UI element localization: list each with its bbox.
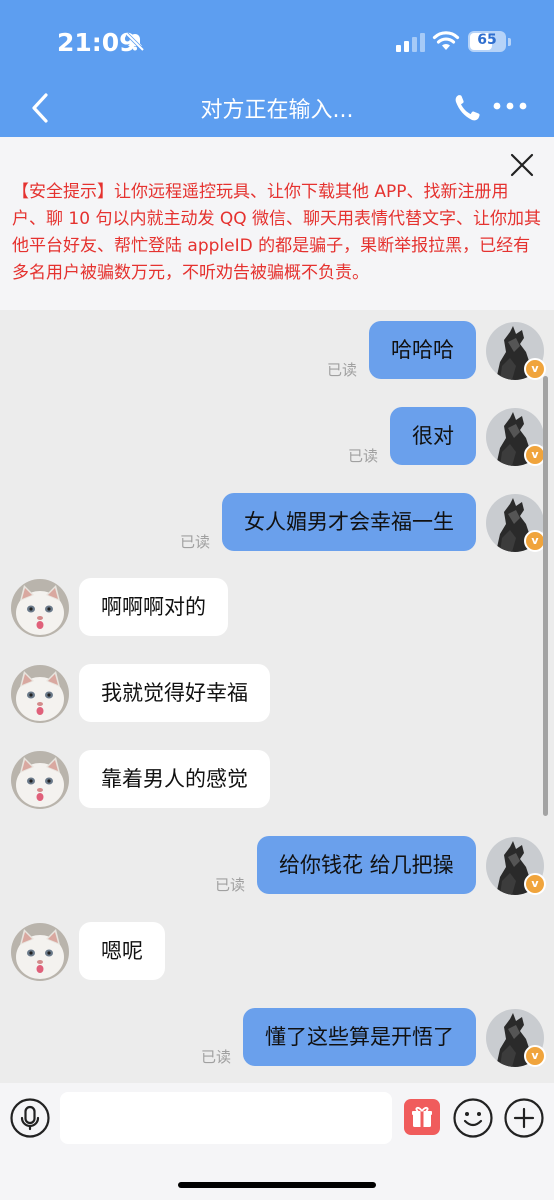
- contact-avatar[interactable]: [11, 665, 69, 723]
- gift-icon[interactable]: [404, 1099, 440, 1135]
- safety-warning-text: 【安全提示】让你远程遥控玩具、让你下载其他 APP、找新注册用户、聊 10 句以…: [12, 182, 542, 283]
- read-receipt: 已读: [180, 533, 211, 551]
- cellular-signal-icon: [396, 32, 426, 56]
- message-bubble[interactable]: 很对: [390, 407, 476, 465]
- more-dots-icon[interactable]: [492, 98, 528, 117]
- phone-icon[interactable]: [452, 92, 482, 128]
- outgoing-message: 女人媚男才会幸福一生 v 已读: [0, 493, 554, 553]
- outgoing-message: 给你钱花 给几把操 v 已读: [0, 836, 554, 896]
- status-bar: 21:09 65: [0, 0, 554, 80]
- read-receipt: 已读: [348, 447, 379, 465]
- incoming-message: 嗯呢: [0, 922, 554, 982]
- plus-icon[interactable]: [503, 1097, 545, 1143]
- contact-avatar[interactable]: [11, 751, 69, 809]
- contact-avatar[interactable]: [11, 923, 69, 981]
- verified-badge-icon: v: [524, 1045, 546, 1067]
- message-bubble[interactable]: 嗯呢: [79, 922, 165, 980]
- incoming-message: 我就觉得好幸福: [0, 664, 554, 724]
- home-indicator: [178, 1182, 376, 1188]
- message-bubble[interactable]: 懂了这些算是开悟了: [243, 1008, 476, 1066]
- message-input[interactable]: [60, 1092, 392, 1144]
- message-bubble[interactable]: 女人媚男才会幸福一生: [222, 493, 476, 551]
- battery-nub: [508, 38, 511, 46]
- message-bubble[interactable]: 我就觉得好幸福: [79, 664, 270, 722]
- microphone-icon[interactable]: [9, 1097, 51, 1143]
- read-receipt: 已读: [201, 1048, 232, 1066]
- incoming-message: 啊啊啊对的: [0, 578, 554, 638]
- outgoing-message: 很对 v 已读: [0, 407, 554, 467]
- chat-header: 21:09 65 对方正在输入...: [0, 0, 554, 137]
- wifi-icon: [432, 30, 460, 56]
- message-bubble[interactable]: 哈哈哈: [369, 321, 476, 379]
- outgoing-message: 哈哈哈 v 已读: [0, 321, 554, 381]
- message-bubble[interactable]: 靠着男人的感觉: [79, 750, 270, 808]
- battery-icon: 65: [468, 31, 506, 52]
- message-bubble[interactable]: 啊啊啊对的: [79, 578, 228, 636]
- muted-bell-icon: [124, 31, 146, 57]
- incoming-message: 靠着男人的感觉: [0, 750, 554, 810]
- verified-badge-icon: v: [524, 873, 546, 895]
- scrollbar[interactable]: [543, 376, 548, 816]
- message-bubble[interactable]: 给你钱花 给几把操: [257, 836, 476, 894]
- smiley-icon[interactable]: [452, 1097, 494, 1143]
- outgoing-message: 懂了这些算是开悟了 v 已读: [0, 1008, 554, 1068]
- battery-percent: 65: [477, 32, 497, 48]
- safety-warning-banner: 【安全提示】让你远程遥控玩具、让你下载其他 APP、找新注册用户、聊 10 句以…: [0, 137, 554, 310]
- contact-avatar[interactable]: [11, 579, 69, 637]
- read-receipt: 已读: [327, 361, 358, 379]
- close-icon[interactable]: [508, 151, 536, 183]
- read-receipt: 已读: [215, 876, 246, 894]
- input-bar: [0, 1083, 554, 1200]
